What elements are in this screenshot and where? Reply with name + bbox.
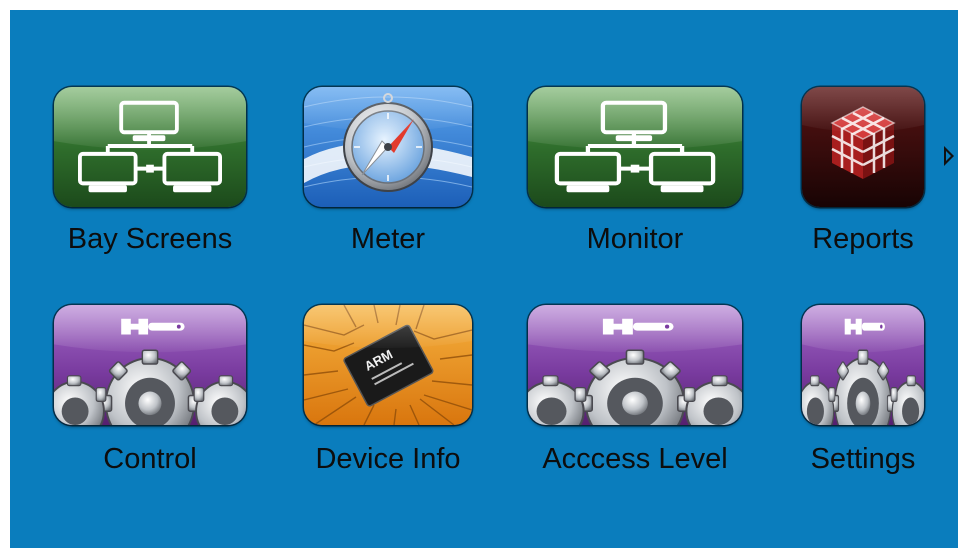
next-page-arrow-inner [946,151,951,161]
main-menu-panel: Bay Screens Meter Monitor Reports Contro… [10,10,958,548]
gears-wrench-icon[interactable] [528,305,742,425]
network-icon[interactable] [528,87,742,207]
gears-wrench-icon[interactable] [54,305,246,425]
menu-label-access-level[interactable]: Acccess Level [520,442,750,476]
menu-label-reports[interactable]: Reports [763,222,958,256]
chip-icon[interactable]: ARM [304,305,472,425]
cube-icon[interactable] [802,87,924,207]
menu-label-bay-screens[interactable]: Bay Screens [50,222,250,256]
menu-label-settings[interactable]: Settings [763,442,958,476]
menu-label-device-info[interactable]: Device Info [288,442,488,476]
gears-wrench-icon[interactable] [802,305,924,425]
menu-label-meter[interactable]: Meter [288,222,488,256]
menu-label-monitor[interactable]: Monitor [535,222,735,256]
compass-icon[interactable] [304,87,472,207]
network-icon[interactable] [54,87,246,207]
menu-label-control[interactable]: Control [50,442,250,476]
